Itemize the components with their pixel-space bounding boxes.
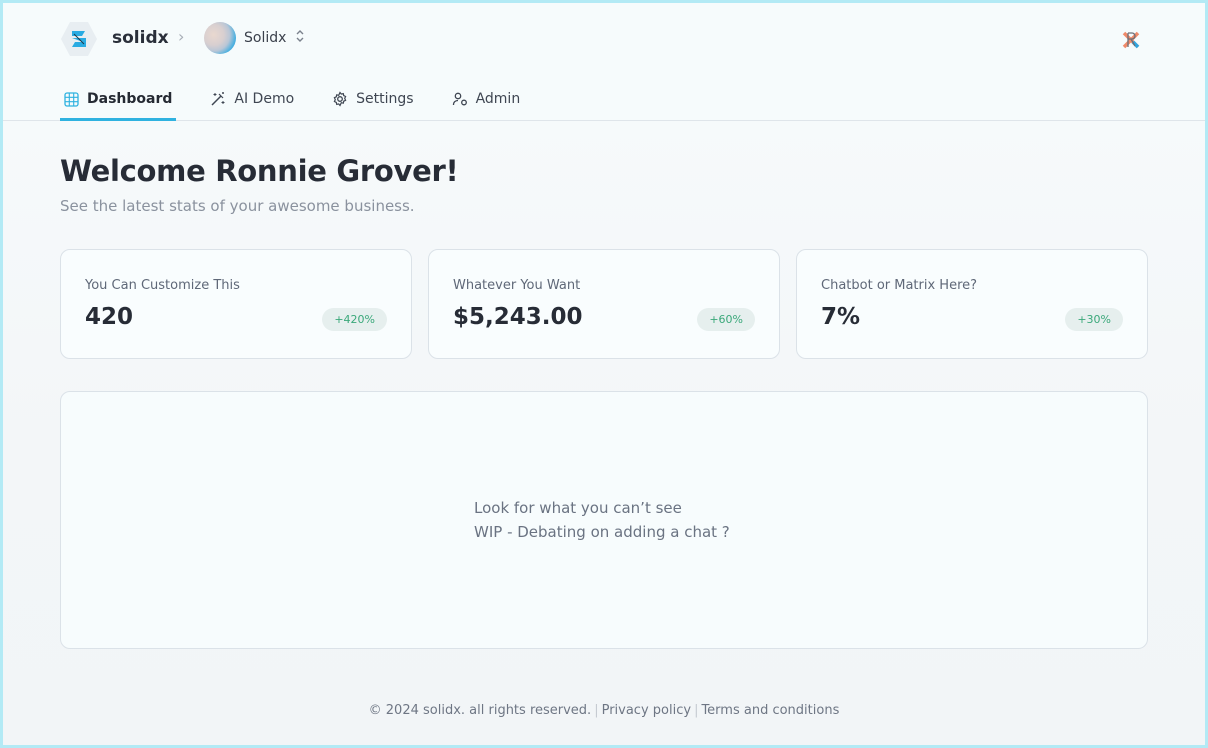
copyright-text: © 2024 solidx. all rights reserved.: [368, 703, 592, 718]
panel-text: Look for what you can’t see: [474, 499, 682, 517]
stat-label: You Can Customize This: [85, 278, 240, 293]
org-avatar[interactable]: [204, 22, 236, 54]
terms-link[interactable]: Terms and conditions: [701, 703, 839, 718]
stat-card: Whatever You Want $5,243.00 +60%: [428, 249, 780, 359]
footer-divider: |: [694, 703, 699, 718]
tab-label: AI Demo: [234, 91, 295, 107]
brand-name[interactable]: solidx: [112, 28, 169, 48]
tab-ai-demo[interactable]: AI Demo: [206, 79, 298, 119]
gear-icon: [333, 91, 347, 107]
footer-divider: |: [594, 703, 599, 718]
main-nav: Dashboard AI Demo Settings Admin: [60, 79, 554, 121]
panel-text: WIP - Debating on adding a chat ?: [474, 523, 730, 541]
stat-change-badge: +60%: [697, 308, 755, 331]
page-subtitle: See the latest stats of your awesome bus…: [60, 197, 415, 215]
tab-label: Dashboard: [87, 91, 173, 107]
content-panel: Look for what you can’t see WIP - Debati…: [60, 391, 1148, 649]
tab-admin[interactable]: Admin: [448, 79, 525, 119]
top-header: solidx › Solidx Dashboard AI Demo Settin…: [3, 3, 1205, 121]
magic-wand-icon: [211, 92, 225, 106]
org-switcher-label[interactable]: Solidx: [244, 30, 286, 46]
stat-label: Chatbot or Matrix Here?: [821, 278, 978, 293]
breadcrumb-separator-icon: ›: [178, 27, 185, 46]
stat-change-badge: +30%: [1065, 308, 1123, 331]
tab-label: Settings: [356, 91, 414, 107]
stat-card: Chatbot or Matrix Here? 7% +30%: [796, 249, 1148, 359]
user-avatar-icon[interactable]: [1120, 29, 1142, 51]
tab-label: Admin: [475, 91, 521, 107]
chevron-up-down-icon[interactable]: [295, 27, 305, 45]
page-title: Welcome Ronnie Grover!: [60, 154, 459, 188]
stat-value: 420: [85, 304, 134, 330]
stat-change-badge: +420%: [322, 308, 387, 331]
privacy-policy-link[interactable]: Privacy policy: [602, 703, 691, 718]
tab-dashboard[interactable]: Dashboard: [60, 79, 177, 121]
stat-label: Whatever You Want: [453, 278, 581, 293]
solidx-logo-icon[interactable]: [60, 20, 98, 58]
page: solidx › Solidx Dashboard AI Demo Settin…: [3, 3, 1205, 745]
stat-value: 7%: [821, 304, 861, 330]
tab-settings[interactable]: Settings: [328, 79, 417, 119]
footer: © 2024 solidx. all rights reserved. | Priv…: [3, 703, 1205, 718]
stat-value: $5,243.00: [453, 304, 583, 330]
stat-card: You Can Customize This 420 +420%: [60, 249, 412, 359]
user-key-icon: [452, 92, 467, 106]
grid-icon: [64, 91, 79, 107]
